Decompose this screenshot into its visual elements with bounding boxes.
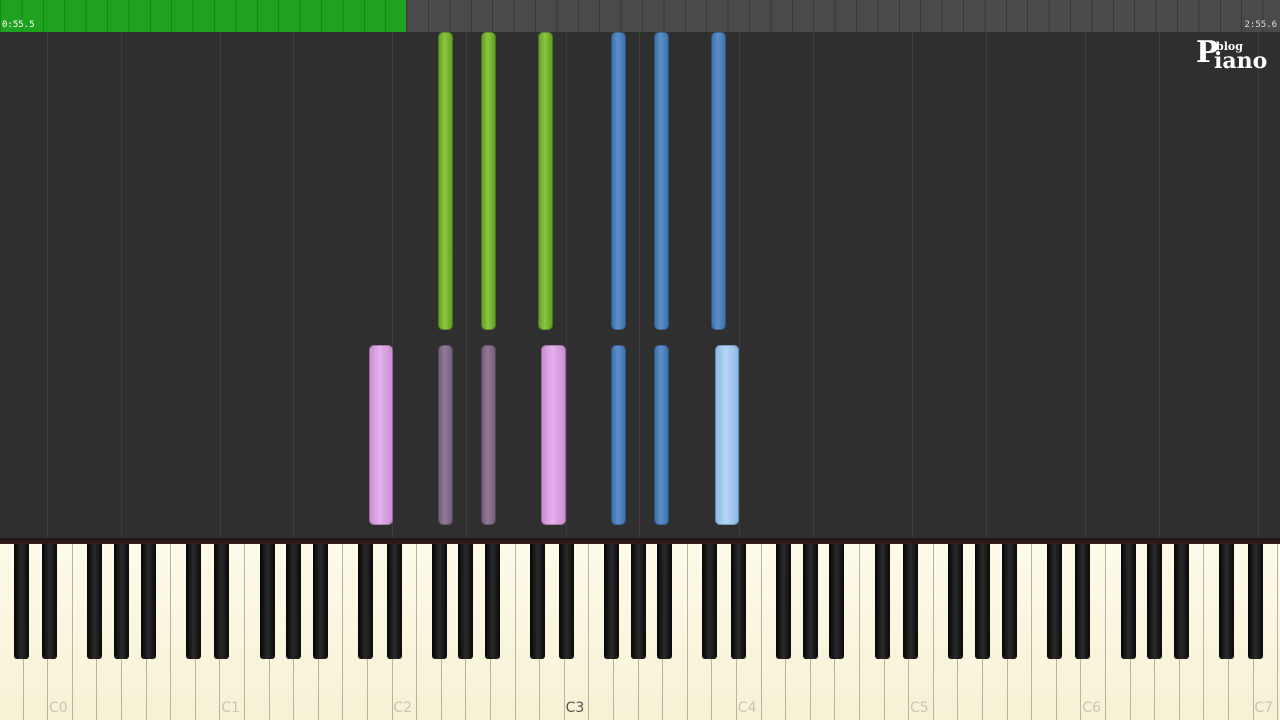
- octave-label: C5: [910, 700, 929, 716]
- gridline: [1085, 32, 1086, 538]
- black-key[interactable]: [185, 544, 201, 659]
- black-key[interactable]: [731, 544, 746, 659]
- black-key[interactable]: [948, 544, 964, 659]
- time-elapsed: 0:55.5: [2, 20, 35, 30]
- gridline: [566, 32, 567, 538]
- octave-label: C0: [49, 700, 68, 716]
- black-key[interactable]: [87, 544, 103, 659]
- black-key[interactable]: [776, 544, 792, 659]
- black-key[interactable]: [558, 544, 574, 659]
- black-key[interactable]: [1247, 544, 1263, 659]
- black-key[interactable]: [530, 544, 546, 659]
- black-key[interactable]: [604, 544, 619, 659]
- black-key[interactable]: [13, 544, 29, 659]
- note-bar: [715, 345, 739, 525]
- gridline: [47, 32, 48, 538]
- gridline: [813, 32, 814, 538]
- black-key[interactable]: [286, 544, 302, 659]
- gridline: [121, 32, 122, 538]
- black-key[interactable]: [702, 544, 718, 659]
- octave-label: C4: [737, 700, 757, 716]
- song-progress-bar[interactable]: 0:55.5 2:55.6: [0, 0, 1280, 32]
- gridline: [293, 32, 294, 538]
- black-key[interactable]: [1147, 544, 1163, 659]
- black-key[interactable]: [1001, 544, 1017, 659]
- black-key[interactable]: [802, 544, 818, 659]
- gridline: [986, 32, 987, 538]
- gridline: [220, 32, 221, 538]
- black-key[interactable]: [975, 544, 990, 659]
- black-key[interactable]: [1173, 544, 1189, 659]
- black-key[interactable]: [1075, 544, 1091, 659]
- black-key[interactable]: [431, 544, 447, 659]
- note-bar: [611, 32, 626, 330]
- octave-label: C3: [565, 700, 585, 716]
- time-total: 2:55.6: [1244, 20, 1277, 30]
- note-bar: [438, 345, 453, 525]
- gridline: [639, 32, 640, 538]
- black-key[interactable]: [874, 544, 890, 659]
- octave-label: C6: [1082, 700, 1101, 716]
- black-key[interactable]: [214, 544, 230, 659]
- gridline: [1258, 32, 1259, 538]
- black-key[interactable]: [829, 544, 845, 659]
- black-key[interactable]: [358, 544, 373, 659]
- octave-label: C2: [393, 700, 413, 716]
- piano-keyboard[interactable]: C0 C1 C2 C3 C4 C5 C6 C7: [0, 544, 1280, 720]
- note-bar: [541, 345, 566, 525]
- gridline: [739, 32, 740, 538]
- octave-label: C7: [1254, 700, 1274, 716]
- black-key[interactable]: [1046, 544, 1062, 659]
- octave-label: C1: [221, 700, 240, 716]
- black-key[interactable]: [140, 544, 156, 659]
- note-bar: [538, 32, 553, 330]
- piano-blog-logo: P blog iano: [1196, 38, 1272, 78]
- gridline: [912, 32, 913, 538]
- note-bar: [481, 32, 496, 330]
- black-key[interactable]: [657, 544, 673, 659]
- note-roll: 20: [0, 32, 1280, 556]
- note-bar: [611, 345, 626, 525]
- black-key[interactable]: [1219, 544, 1234, 659]
- note-bar: [654, 32, 669, 330]
- black-key[interactable]: [458, 544, 474, 659]
- note-bar: [711, 32, 726, 330]
- note-bar: [654, 345, 669, 525]
- gridline: [1159, 32, 1160, 538]
- black-key[interactable]: [903, 544, 919, 659]
- black-key[interactable]: [114, 544, 129, 659]
- logo-iano: iano: [1214, 48, 1268, 74]
- black-key[interactable]: [259, 544, 275, 659]
- note-bar: [438, 32, 453, 330]
- note-bar: [369, 345, 393, 525]
- gridline: [466, 32, 467, 538]
- black-key[interactable]: [312, 544, 328, 659]
- black-key[interactable]: [630, 544, 646, 659]
- black-key[interactable]: [1120, 544, 1136, 659]
- black-key[interactable]: [485, 544, 500, 659]
- black-key[interactable]: [386, 544, 402, 659]
- note-bar: [481, 345, 496, 525]
- black-key[interactable]: [42, 544, 58, 659]
- progress-fill: [0, 0, 406, 32]
